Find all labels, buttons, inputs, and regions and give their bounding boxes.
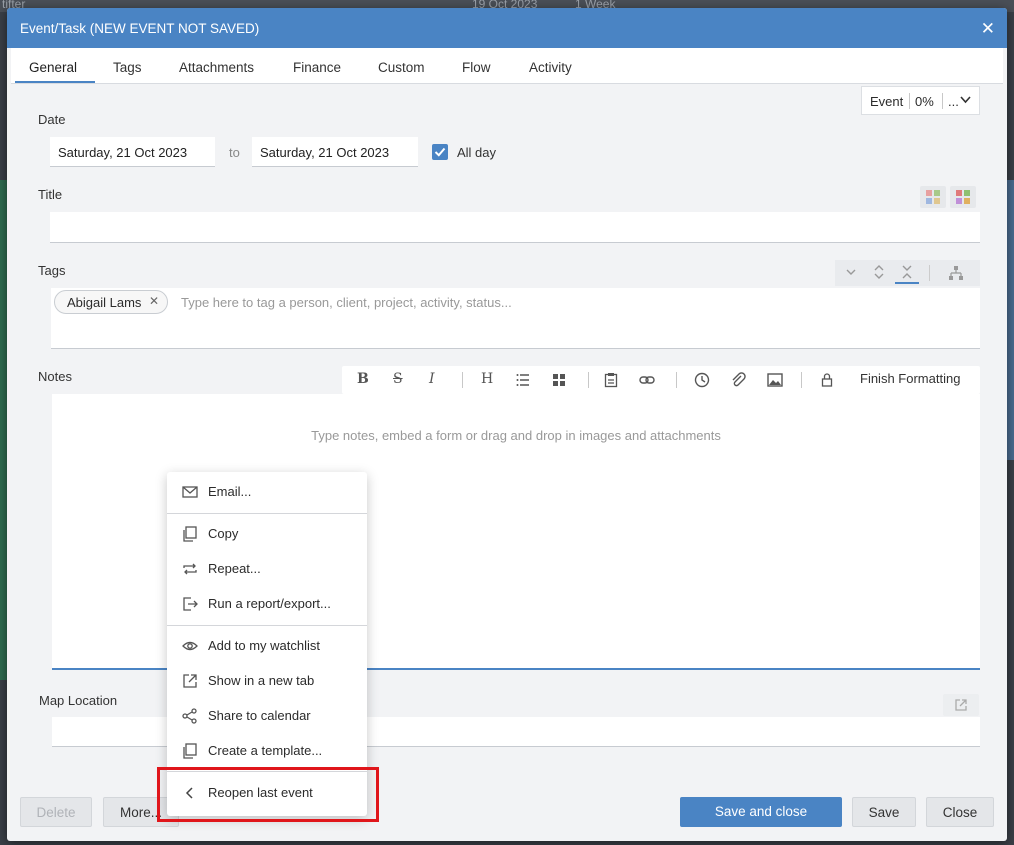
remove-tag-icon[interactable]: ✕ [149, 294, 159, 308]
progress-label: 0% [915, 94, 934, 109]
background-panel-right [1006, 180, 1014, 460]
title-label: Title [38, 187, 63, 202]
strikethrough-icon[interactable]: S [393, 371, 403, 387]
share-icon [182, 708, 197, 724]
tag-chip[interactable]: Abigail Lams ✕ [54, 290, 168, 314]
divider [942, 93, 943, 109]
expand-icon[interactable] [873, 264, 885, 280]
dialog-titlebar: Event/Task (NEW EVENT NOT SAVED) ✕ [7, 8, 1007, 48]
external-link-icon [955, 699, 967, 711]
menu-item-new-tab[interactable]: Show in a new tab [167, 666, 367, 696]
tab-bar: General Tags Attachments Finance Custom … [11, 48, 1003, 84]
tab-general[interactable]: General [29, 60, 77, 75]
italic-icon[interactable]: I [429, 371, 435, 387]
tags-tools [835, 260, 980, 286]
repeat-icon [183, 563, 197, 575]
divider [676, 372, 677, 388]
open-map-button[interactable] [943, 694, 979, 716]
heading-icon[interactable]: H [481, 371, 493, 387]
start-date-input[interactable]: Saturday, 21 Oct 2023 [50, 137, 215, 167]
link-icon[interactable] [639, 373, 655, 387]
all-day-label: All day [457, 145, 497, 160]
clipboard-icon[interactable] [604, 372, 618, 388]
divider [588, 372, 589, 388]
tab-tags[interactable]: Tags [113, 60, 142, 75]
menu-item-share-calendar[interactable]: Share to calendar [167, 701, 367, 731]
more-menu: Email... Copy Repeat... Run a report/exp… [167, 472, 367, 816]
divider [801, 372, 802, 388]
save-and-close-button[interactable]: Save and close [680, 797, 842, 827]
close-icon[interactable]: ✕ [981, 19, 995, 39]
end-date-input[interactable]: Saturday, 21 Oct 2023 [252, 137, 418, 167]
date-label: Date [38, 112, 66, 127]
eye-icon [182, 641, 198, 651]
template-icon [183, 743, 197, 759]
menu-divider [167, 513, 367, 514]
tab-custom[interactable]: Custom [378, 60, 425, 75]
external-link-icon [183, 674, 197, 688]
hierarchy-icon[interactable] [948, 265, 964, 281]
table-icon[interactable] [552, 373, 566, 387]
title-input[interactable] [50, 212, 980, 243]
event-dialog: Event/Task (NEW EVENT NOT SAVED) ✕ Gener… [7, 8, 1007, 841]
color-grid-icon [926, 190, 940, 204]
highlight-box [157, 767, 379, 822]
divider [929, 265, 930, 281]
tags-placeholder: Type here to tag a person, client, proje… [181, 295, 512, 310]
menu-item-run-report[interactable]: Run a report/export... [167, 589, 367, 619]
tab-finance[interactable]: Finance [293, 60, 341, 75]
chevron-down-icon[interactable] [845, 266, 857, 278]
tags-input[interactable]: Type here to tag a person, client, proje… [51, 288, 980, 349]
color-palette-button-2[interactable] [950, 186, 976, 208]
checkmark-icon [434, 147, 446, 157]
more-options-label: ... [948, 94, 959, 109]
map-location-label: Map Location [39, 693, 118, 708]
lock-icon[interactable] [821, 372, 833, 388]
save-button[interactable]: Save [852, 797, 916, 827]
tab-flow[interactable]: Flow [462, 60, 491, 75]
image-icon[interactable] [767, 372, 783, 388]
attachment-icon[interactable] [730, 372, 746, 388]
menu-item-create-template[interactable]: Create a template... [167, 736, 367, 766]
notes-placeholder: Type notes, embed a form or drag and dro… [311, 428, 721, 443]
clock-icon[interactable] [694, 372, 710, 388]
menu-item-email[interactable]: Email... [167, 477, 367, 507]
close-button[interactable]: Close [926, 797, 994, 827]
tab-attachments[interactable]: Attachments [179, 60, 254, 75]
tag-chip-label: Abigail Lams [67, 295, 142, 310]
mail-icon [182, 486, 198, 498]
export-icon [183, 597, 198, 611]
list-icon[interactable] [516, 373, 530, 387]
date-to-label: to [229, 145, 240, 160]
delete-button[interactable]: Delete [20, 797, 92, 827]
dialog-title: Event/Task (NEW EVENT NOT SAVED) [20, 21, 260, 36]
color-palette-button[interactable] [920, 186, 946, 208]
menu-divider [167, 625, 367, 626]
notes-format-toolbar: B S I H Finish Formatting [342, 366, 980, 394]
event-type-selector[interactable]: Event 0% ... [861, 86, 980, 115]
menu-item-repeat[interactable]: Repeat... [167, 554, 367, 584]
collapse-icon[interactable] [901, 264, 913, 280]
active-indicator [895, 282, 919, 284]
divider [462, 372, 463, 388]
tab-activity[interactable]: Activity [529, 60, 572, 75]
all-day-checkbox[interactable] [432, 144, 448, 160]
color-grid-icon [956, 190, 970, 204]
divider [909, 93, 910, 109]
menu-item-watchlist[interactable]: Add to my watchlist [167, 631, 367, 661]
bold-icon[interactable]: B [357, 371, 369, 387]
finish-formatting-button[interactable]: Finish Formatting [860, 371, 960, 386]
chevron-down-icon [960, 96, 971, 104]
active-tab-indicator [15, 81, 95, 83]
event-type-label: Event [870, 94, 904, 109]
notes-label: Notes [38, 369, 72, 384]
tags-label: Tags [38, 263, 66, 278]
copy-icon [183, 526, 197, 542]
menu-item-copy[interactable]: Copy [167, 519, 367, 549]
